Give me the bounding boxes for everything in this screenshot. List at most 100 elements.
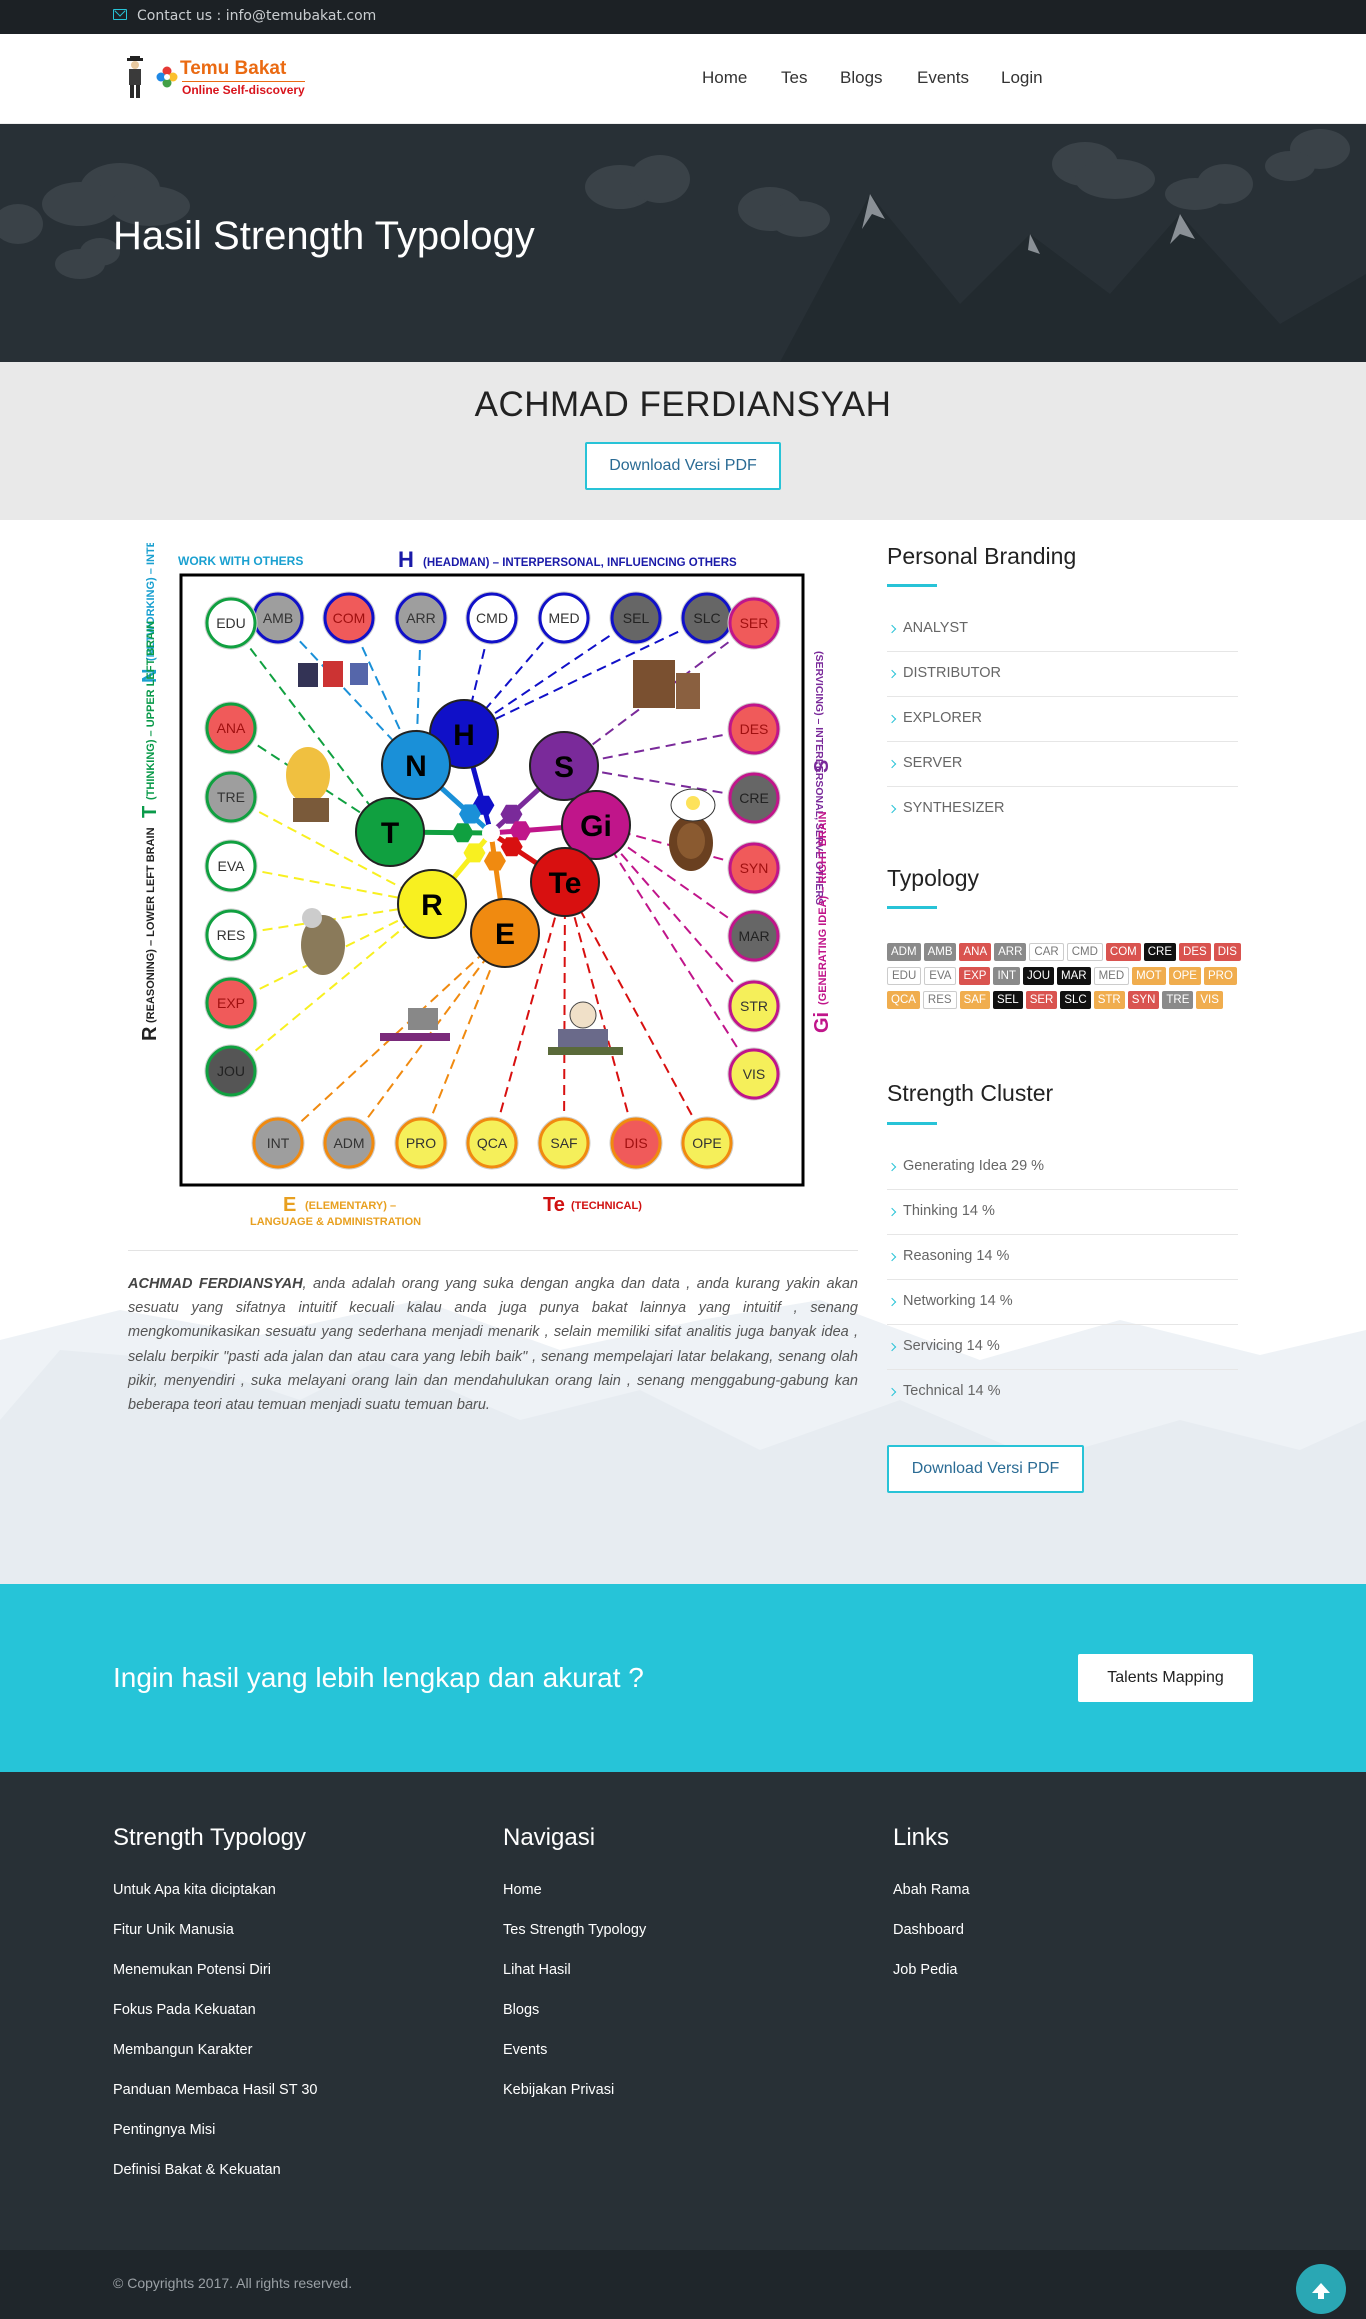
- personal-branding-item[interactable]: SERVER: [887, 742, 1238, 787]
- typology-tag: OPE: [1168, 967, 1201, 985]
- title-underline: [887, 1122, 937, 1125]
- footer-col-strength-typology: Untuk Apa kita diciptakan Fitur Unik Manu…: [113, 1882, 317, 2202]
- strength-code-label: ADM: [333, 1135, 364, 1151]
- footer-links-link[interactable]: Job Pedia: [893, 1962, 970, 2002]
- talents-mapping-button[interactable]: Talents Mapping: [1078, 1654, 1253, 1702]
- strength-cluster-item[interactable]: Servicing 14 %: [887, 1325, 1238, 1370]
- cta-text: Ingin hasil yang lebih lengkap dan akura…: [113, 1662, 644, 1693]
- footer-navigasi-link[interactable]: Lihat Hasil: [503, 1962, 646, 2002]
- typology-tag: CAR: [1029, 943, 1064, 961]
- footer-title-strength-typology: Strength Typology: [113, 1824, 307, 1851]
- strength-code-label: VIS: [743, 1066, 766, 1082]
- footer-navigasi-link[interactable]: Kebijakan Privasi: [503, 2082, 646, 2122]
- strength-code-label: COM: [333, 610, 366, 626]
- strength-code-label: QCA: [477, 1135, 508, 1151]
- typology-tag: PRO: [1203, 967, 1237, 985]
- diagram-label-generating-idea: (GENERATING IDEA) – RIGHT BRAIN: [817, 811, 829, 1005]
- nav-home[interactable]: Home: [702, 68, 747, 88]
- hub-label: T: [381, 817, 399, 850]
- title-underline: [887, 906, 937, 909]
- strength-cluster-item[interactable]: Reasoning 14 %: [887, 1235, 1238, 1280]
- download-pdf-button-top[interactable]: Download Versi PDF: [585, 442, 781, 490]
- footer-navigasi-link[interactable]: Tes Strength Typology: [503, 1922, 646, 1962]
- nav-events[interactable]: Events: [917, 68, 969, 88]
- hub-label: Gi: [580, 810, 612, 843]
- footer-title-navigasi: Navigasi: [503, 1824, 596, 1851]
- footer-strength-link[interactable]: Definisi Bakat & Kekuatan: [113, 2162, 317, 2202]
- typology-tag: ARR: [994, 943, 1027, 961]
- personal-branding-item[interactable]: EXPLORER: [887, 697, 1238, 742]
- strength-code-label: SLC: [693, 610, 720, 626]
- diagram-label-s: S: [811, 760, 833, 773]
- strength-code-label: STR: [740, 998, 768, 1014]
- footer-navigasi-link[interactable]: Blogs: [503, 2002, 646, 2042]
- footer-strength-link[interactable]: Panduan Membaca Hasil ST 30: [113, 2082, 317, 2122]
- footer-navigasi-link[interactable]: Home: [503, 1882, 646, 1922]
- diagram-label-language-admin: LANGUAGE & ADMINISTRATION: [250, 1216, 421, 1228]
- page-title: Hasil Strength Typology: [113, 214, 535, 258]
- personal-branding-item[interactable]: ANALYST: [887, 607, 1238, 652]
- footer-strength-link[interactable]: Membangun Karakter: [113, 2042, 317, 2082]
- footer-navigasi-link[interactable]: Events: [503, 2042, 646, 2082]
- footer-links-link[interactable]: Abah Rama: [893, 1882, 970, 1922]
- footer-strength-link[interactable]: Fokus Pada Kekuatan: [113, 2002, 317, 2042]
- hub-label: Te: [549, 867, 582, 900]
- envelope-icon: [113, 9, 127, 20]
- strength-typology-diagram: HSGiTeERTN AMB COM ARR CMD MED SEL SLCEDUANATR…: [139, 543, 833, 1228]
- footer-strength-link[interactable]: Untuk Apa kita diciptakan: [113, 1882, 317, 1922]
- typology-tag: INT: [993, 967, 1020, 985]
- footer-strength-link[interactable]: Pentingnya Misi: [113, 2122, 317, 2162]
- strength-cluster-item[interactable]: Generating Idea 29 %: [887, 1145, 1238, 1190]
- strength-code-label: PRO: [406, 1135, 436, 1151]
- diagram-label-gi: Gi: [811, 1012, 833, 1033]
- flower-logo-icon: [156, 66, 178, 88]
- typology-tag: CMD: [1066, 943, 1103, 961]
- strength-cluster-item[interactable]: Technical 14 %: [887, 1370, 1238, 1415]
- typology-tag: RES: [922, 991, 957, 1009]
- detective-logo-icon: [127, 56, 143, 98]
- diagram-label-te: Te: [543, 1194, 565, 1216]
- footer-links-link[interactable]: Dashboard: [893, 1922, 970, 1962]
- main-navbar: Temu Bakat Online Self-discovery Home Te…: [0, 34, 1366, 124]
- site-logo[interactable]: Temu Bakat Online Self-discovery: [120, 54, 310, 104]
- nav-blogs[interactable]: Blogs: [840, 68, 883, 88]
- personal-branding-item[interactable]: DISTRIBUTOR: [887, 652, 1238, 697]
- result-name-section: ACHMAD FERDIANSYAH Download Versi PDF: [0, 362, 1366, 520]
- divider: [128, 1250, 858, 1251]
- strength-code-label: OPE: [692, 1135, 722, 1151]
- diagram-label-t: T: [139, 806, 161, 818]
- strength-code-label: RES: [217, 927, 246, 943]
- contact-email[interactable]: Contact us : info@temubakat.com: [137, 8, 376, 24]
- footer-strength-link[interactable]: Fitur Unik Manusia: [113, 1922, 317, 1962]
- strength-code-label: EVA: [218, 858, 246, 874]
- typology-tag: COM: [1105, 943, 1141, 961]
- footer-col-navigasi: Home Tes Strength Typology Lihat Hasil Blog…: [503, 1882, 646, 2122]
- hero-banner: Hasil Strength Typology: [0, 124, 1366, 362]
- brand-name: Temu Bakat: [180, 58, 287, 79]
- nav-login[interactable]: Login: [1001, 68, 1043, 88]
- strength-code-label: SAF: [550, 1135, 577, 1151]
- footer-strength-link[interactable]: Menemukan Potensi Diri: [113, 1962, 317, 2002]
- typology-tag: EDU: [887, 967, 922, 985]
- strength-code-label: SEL: [623, 610, 650, 626]
- typology-tag: MOT: [1132, 967, 1166, 985]
- description-name: ACHMAD FERDIANSYAH: [128, 1276, 303, 1292]
- strength-cluster-title: Strength Cluster: [887, 1080, 1054, 1106]
- scroll-to-top-button[interactable]: [1296, 2264, 1346, 2314]
- strength-cluster-item[interactable]: Networking 14 %: [887, 1280, 1238, 1325]
- title-underline: [887, 584, 937, 587]
- copyright-text: © Copyrights 2017. All rights reserved.: [113, 2275, 353, 2291]
- typology-tag: DES: [1179, 943, 1211, 961]
- diagram-label-headman: (HEADMAN) – INTERPERSONAL, INFLUENCING O…: [423, 557, 737, 569]
- strength-code-label: ANA: [217, 720, 246, 736]
- download-pdf-button-side[interactable]: Download Versi PDF: [887, 1445, 1084, 1493]
- nav-tes[interactable]: Tes: [781, 68, 807, 88]
- strength-code-label: ARR: [406, 610, 436, 626]
- personal-branding-item[interactable]: SYNTHESIZER: [887, 787, 1238, 832]
- typology-title: Typology: [887, 865, 980, 891]
- strength-cluster-item[interactable]: Thinking 14 %: [887, 1190, 1238, 1235]
- strength-code-label: TRE: [217, 789, 245, 805]
- strength-code-label: SER: [740, 615, 769, 631]
- diagram-label-e: E: [283, 1194, 296, 1216]
- hub-label: E: [495, 918, 515, 951]
